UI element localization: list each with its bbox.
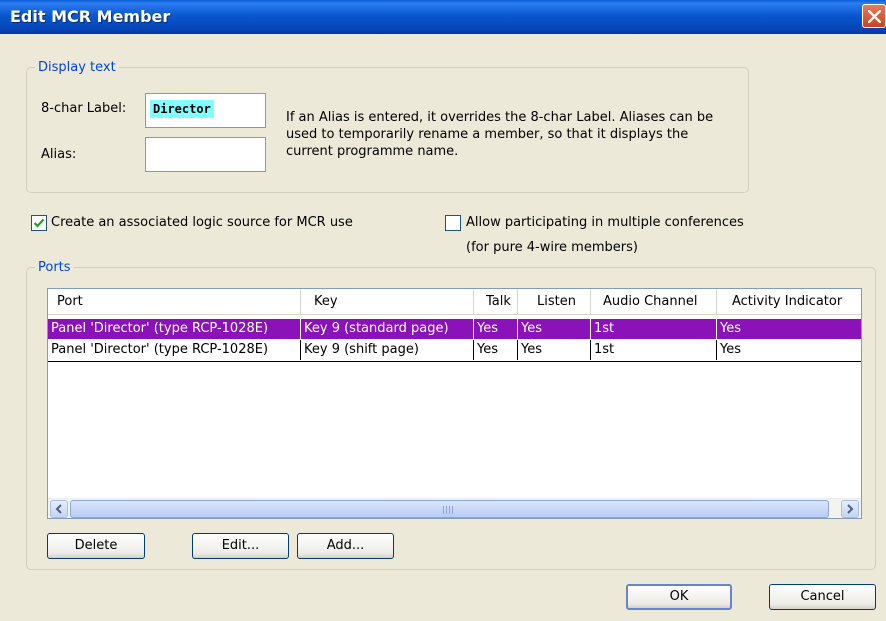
scroll-right-button[interactable]: [841, 500, 859, 518]
title-bar[interactable]: Edit MCR Member: [0, 0, 886, 34]
arrow-left-icon: [55, 504, 62, 514]
add-button[interactable]: Add...: [297, 533, 394, 559]
close-button[interactable]: [862, 4, 886, 28]
ports-list[interactable]: Port Key Talk Listen Audio Channel Activ…: [47, 288, 862, 519]
cell-listen: Yes: [518, 319, 591, 339]
cell-port: Panel 'Director' (type RCP-1028E): [48, 319, 301, 339]
column-header-talk[interactable]: Talk: [474, 289, 518, 315]
scrollbar-thumb[interactable]: [70, 500, 829, 518]
display-text-legend: Display text: [38, 60, 116, 75]
cell-talk: Yes: [474, 319, 518, 339]
cell-key: Key 9 (shift page): [301, 340, 474, 360]
cell-talk: Yes: [474, 340, 518, 360]
column-header-audio-channel[interactable]: Audio Channel: [591, 289, 717, 315]
horizontal-scrollbar[interactable]: [48, 498, 861, 518]
cell-listen: Yes: [518, 340, 591, 360]
multiple-conferences-checkbox[interactable]: [445, 215, 461, 231]
edit-mcr-member-dialog: Edit MCR Member Display text 8-char Labe…: [0, 0, 886, 621]
scroll-left-button[interactable]: [50, 500, 68, 518]
window-title: Edit MCR Member: [10, 7, 171, 26]
cell-key: Key 9 (standard page): [301, 319, 474, 339]
ports-legend: Ports: [38, 260, 71, 275]
table-row[interactable]: Panel 'Director' (type RCP-1028E) Key 9 …: [48, 319, 861, 339]
close-icon: [868, 10, 881, 23]
cancel-button[interactable]: Cancel: [769, 584, 876, 610]
cell-port: Panel 'Director' (type RCP-1028E): [48, 340, 301, 360]
edit-button[interactable]: Edit...: [192, 533, 289, 559]
label-field[interactable]: Director: [145, 93, 266, 128]
arrow-right-icon: [847, 504, 854, 514]
create-logic-source-label[interactable]: Create an associated logic source for MC…: [51, 215, 353, 230]
column-header-key[interactable]: Key: [301, 289, 474, 315]
cell-activity-indicator: Yes: [720, 321, 741, 336]
row-divider: [48, 361, 861, 362]
scrollbar-grip: [443, 506, 453, 514]
create-logic-source-checkbox[interactable]: [31, 215, 47, 231]
column-header-listen[interactable]: Listen: [518, 289, 591, 315]
ok-button[interactable]: OK: [626, 584, 732, 610]
multiple-conferences-label[interactable]: Allow participating in multiple conferen…: [466, 215, 744, 230]
delete-button[interactable]: Delete: [47, 533, 145, 559]
alias-help-text: If an Alias is entered, it overrides the…: [286, 110, 714, 159]
alias-caption: Alias:: [41, 147, 77, 162]
checkmark-icon: [33, 218, 45, 228]
label-field-value: Director: [150, 100, 214, 118]
multiple-conferences-note: (for pure 4-wire members): [466, 240, 638, 255]
cell-audio-channel: 1st: [591, 319, 717, 339]
column-header-port[interactable]: Port: [48, 289, 301, 315]
ports-list-header: Port Key Talk Listen Audio Channel Activ…: [48, 289, 861, 315]
table-row[interactable]: Panel 'Director' (type RCP-1028E) Key 9 …: [48, 340, 861, 360]
cell-activity-indicator: Yes: [720, 342, 741, 357]
column-header-activity-indicator[interactable]: Activity Indicator: [717, 289, 861, 315]
alias-field[interactable]: [145, 137, 266, 172]
cell-audio-channel: 1st: [591, 340, 717, 360]
label-caption: 8-char Label:: [41, 101, 127, 116]
